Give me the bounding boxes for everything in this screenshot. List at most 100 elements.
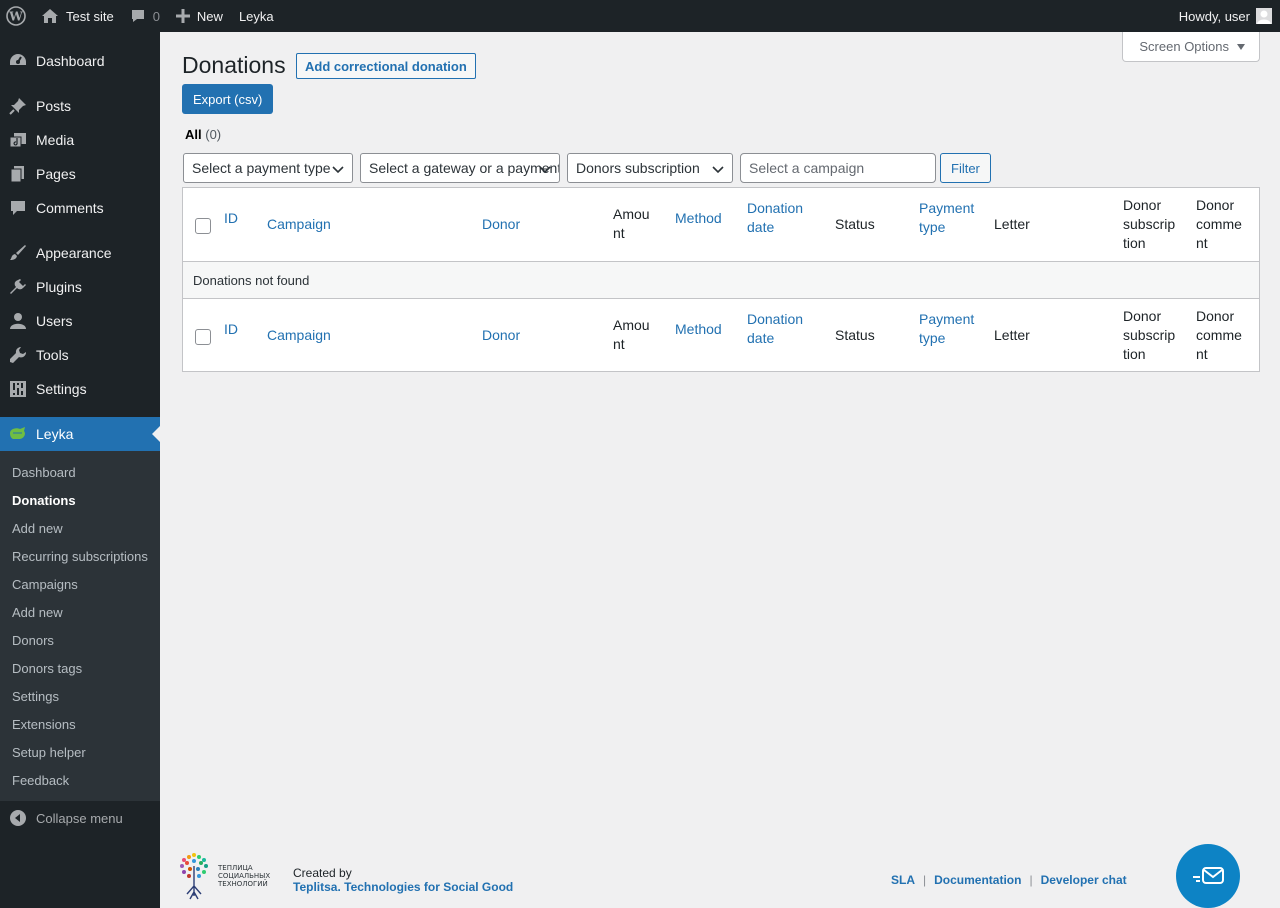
select-all-checkbox-footer[interactable] xyxy=(195,329,211,345)
column-id[interactable]: ID xyxy=(224,320,238,339)
submenu-dashboard[interactable]: Dashboard xyxy=(0,458,160,486)
empty-table-message: Donations not found xyxy=(183,262,1259,298)
menu-item-media[interactable]: Media xyxy=(0,123,160,157)
submenu-donors[interactable]: Donors xyxy=(0,626,160,654)
greeting: Howdy, user xyxy=(1178,8,1250,24)
collapse-menu-button[interactable]: Collapse menu xyxy=(0,801,160,835)
select-all-checkbox[interactable] xyxy=(195,218,211,234)
column-donor[interactable]: Donor xyxy=(482,215,520,234)
column-amount-line2: nt xyxy=(613,225,625,241)
menu-label: Pages xyxy=(36,166,76,182)
menu-label: Posts xyxy=(36,98,72,114)
submenu-feedback[interactable]: Feedback xyxy=(0,766,160,794)
teplitsa-link[interactable]: Teplitsa. Technologies for Social Good xyxy=(293,880,513,894)
leyka-bar-link[interactable]: Leyka xyxy=(231,0,282,32)
view-all-link[interactable]: All xyxy=(185,127,202,142)
screen-options-label: Screen Options xyxy=(1139,39,1229,54)
payment-type-select[interactable]: Select a payment type xyxy=(183,153,353,183)
avatar xyxy=(1256,8,1272,24)
submenu-campaigns[interactable]: Campaigns xyxy=(0,570,160,598)
menu-label: Plugins xyxy=(36,279,82,295)
menu-item-dashboard[interactable]: Dashboard xyxy=(0,44,160,78)
menu-item-leyka[interactable]: Leyka xyxy=(0,417,160,451)
column-donor[interactable]: Donor xyxy=(482,326,520,345)
menu-label: Leyka xyxy=(36,426,74,442)
column-letter: Letter xyxy=(994,327,1030,343)
home-icon xyxy=(42,9,58,23)
menu-item-pages[interactable]: Pages xyxy=(0,157,160,191)
feedback-chat-button[interactable] xyxy=(1176,844,1240,908)
submenu-setup-helper[interactable]: Setup helper xyxy=(0,738,160,766)
teplitsa-logo[interactable]: ТЕПЛИЦА СОЦИАЛЬНЫХ ТЕХНОЛОГИЙ xyxy=(178,852,270,902)
pin-icon xyxy=(8,96,28,116)
developer-chat-link[interactable]: Developer chat xyxy=(1041,873,1127,887)
sla-link[interactable]: SLA xyxy=(891,873,915,887)
column-comment-line1: Donor xyxy=(1196,197,1235,213)
view-filters: All (0) xyxy=(185,127,221,142)
menu-item-posts[interactable]: Posts xyxy=(0,89,160,123)
column-method[interactable]: Method xyxy=(675,209,722,228)
column-payment-type[interactable]: Payment type xyxy=(919,310,974,348)
filter-button[interactable]: Filter xyxy=(940,153,991,183)
documentation-link[interactable]: Documentation xyxy=(934,873,1021,887)
chevron-down-icon xyxy=(712,166,724,174)
submenu-add-new-campaign[interactable]: Add new xyxy=(0,598,160,626)
column-status: Status xyxy=(835,327,875,343)
my-account-link[interactable]: Howdy, user xyxy=(1171,0,1280,32)
submenu-donors-tags[interactable]: Donors tags xyxy=(0,654,160,682)
submenu-recurring-subscriptions[interactable]: Recurring subscriptions xyxy=(0,542,160,570)
mail-send-icon xyxy=(1193,867,1224,884)
submenu-extensions[interactable]: Extensions xyxy=(0,710,160,738)
column-donor-comment: Donor comme nt xyxy=(1196,307,1242,364)
svg-text:W: W xyxy=(8,10,23,24)
column-sub-line3: tion xyxy=(1123,235,1146,251)
menu-item-users[interactable]: Users xyxy=(0,304,160,338)
menu-label: Dashboard xyxy=(36,53,105,69)
admin-menu: Dashboard Posts Media Pages Comments App… xyxy=(0,32,160,908)
menu-item-settings[interactable]: Settings xyxy=(0,372,160,406)
column-donation-date[interactable]: Donation date xyxy=(747,199,803,237)
column-method[interactable]: Method xyxy=(675,320,722,339)
donations-table: ID Campaign Donor Amou nt Method Donation… xyxy=(182,187,1260,372)
menu-label: Users xyxy=(36,313,73,329)
wordpress-logo-icon[interactable]: W xyxy=(0,0,33,32)
menu-item-appearance[interactable]: Appearance xyxy=(0,236,160,270)
menu-item-plugins[interactable]: Plugins xyxy=(0,270,160,304)
column-sub-line3: tion xyxy=(1123,346,1146,362)
column-donation-date[interactable]: Donation date xyxy=(747,310,803,348)
brush-icon xyxy=(8,243,28,263)
column-date-line2: date xyxy=(747,330,775,346)
screen-options-button[interactable]: Screen Options xyxy=(1122,32,1260,62)
site-name-link[interactable]: Test site xyxy=(33,0,122,32)
menu-item-comments[interactable]: Comments xyxy=(0,191,160,225)
column-comment-line1: Donor xyxy=(1196,308,1235,324)
footer-links: SLA | Documentation | Developer chat xyxy=(891,873,1127,887)
campaign-search-input[interactable] xyxy=(740,153,936,183)
plus-icon xyxy=(175,9,190,23)
new-content-link[interactable]: New xyxy=(168,0,231,32)
collapse-icon xyxy=(8,808,28,828)
column-date-line2: date xyxy=(747,219,775,235)
separator: | xyxy=(923,873,927,887)
submenu-settings[interactable]: Settings xyxy=(0,682,160,710)
column-donor-subscription: Donor subscrip tion xyxy=(1123,196,1175,253)
page-title: Donations xyxy=(182,52,286,78)
submenu-add-new-donation[interactable]: Add new xyxy=(0,514,160,542)
column-amount: Amou nt xyxy=(613,205,650,243)
donors-subscription-select[interactable]: Donors subscription xyxy=(567,153,733,183)
add-correctional-donation-button[interactable]: Add correctional donation xyxy=(296,53,476,79)
column-campaign[interactable]: Campaign xyxy=(267,215,331,234)
export-csv-button[interactable]: Export (csv) xyxy=(182,84,274,114)
column-id[interactable]: ID xyxy=(224,209,238,228)
column-comment-line2: comme xyxy=(1196,216,1242,232)
site-name: Test site xyxy=(66,8,114,24)
gateway-select[interactable]: Select a gateway or a payment method xyxy=(360,153,560,183)
menu-item-tools[interactable]: Tools xyxy=(0,338,160,372)
column-donor-subscription: Donor subscrip tion xyxy=(1123,307,1175,364)
column-campaign[interactable]: Campaign xyxy=(267,326,331,345)
column-ptype-line1: Payment xyxy=(919,200,975,216)
comments-link[interactable]: 0 xyxy=(122,0,168,32)
submenu-donations[interactable]: Donations xyxy=(0,486,160,514)
user-icon xyxy=(8,311,28,331)
column-payment-type[interactable]: Payment type xyxy=(919,199,974,237)
